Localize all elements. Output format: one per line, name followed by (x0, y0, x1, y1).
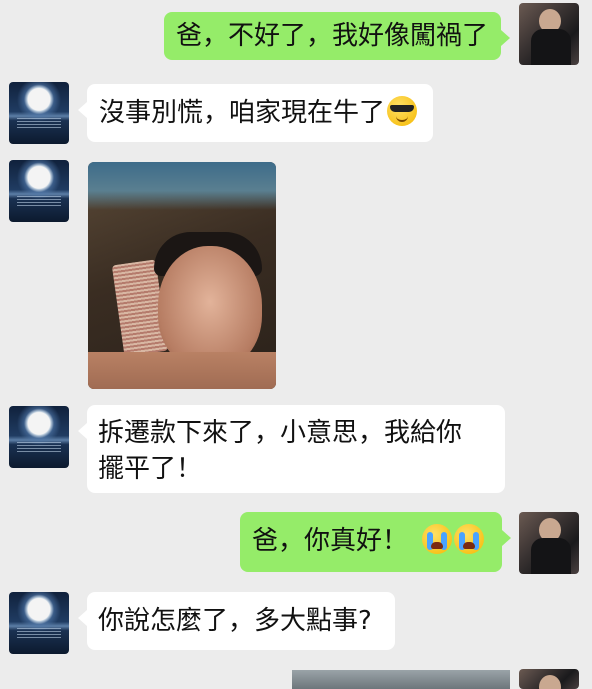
son-avatar[interactable] (519, 3, 579, 65)
dad-avatar[interactable] (9, 82, 69, 144)
message-text: 你說怎麼了，多大點事? (98, 606, 372, 636)
message-text-line-1: 拆遷款下來了，小意思，我給你 (98, 418, 463, 448)
crying-emoji-icon (422, 524, 453, 554)
sunglasses-emoji-icon (387, 96, 418, 126)
message-text: 爸，你真好！ (252, 526, 409, 556)
dad-avatar[interactable] (9, 406, 69, 468)
message-bubble-outgoing[interactable]: 爸，不好了，我好像闖禍了 (164, 12, 510, 60)
photo-body (88, 352, 276, 389)
message-bubble-incoming[interactable]: 你說怎麼了，多大點事? (78, 592, 395, 650)
dad-avatar[interactable] (9, 160, 69, 222)
crying-emoji-icon (454, 524, 485, 554)
message-text-line-2: 擺平了！ (98, 454, 203, 484)
message-bubble-incoming[interactable]: 沒事別慌，咱家現在牛了 (78, 84, 433, 142)
son-avatar[interactable] (519, 512, 579, 574)
dad-avatar[interactable] (9, 592, 69, 654)
photo-tarp (88, 162, 276, 210)
message-text: 爸，不好了，我好像闖禍了 (176, 21, 489, 51)
message-bubble-outgoing[interactable]: 爸，你真好！ (240, 512, 511, 572)
message-bubble-incoming[interactable]: 拆遷款下來了，小意思，我給你 擺平了！ (78, 405, 505, 493)
photo-message[interactable] (88, 162, 276, 389)
photo-message-partial[interactable] (292, 670, 510, 689)
message-text: 沒事別慌，咱家現在牛了 (99, 98, 386, 128)
son-avatar[interactable] (519, 669, 579, 689)
